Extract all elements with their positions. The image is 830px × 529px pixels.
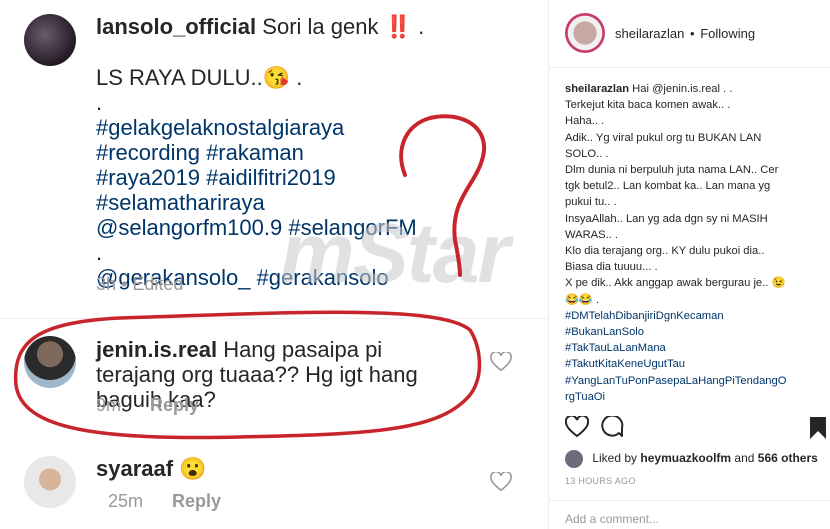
post-caption: sheilarazlan Hai @jenin.is.real . . Terke… [565, 81, 825, 405]
liker-avatar[interactable] [565, 450, 583, 468]
post-caption-line: sheilarazlan Hai @jenin.is.real . . [565, 81, 825, 97]
avatar-sheilarazlan[interactable] [565, 13, 605, 53]
post-header-info: sheilarazlan • Following [615, 26, 755, 41]
following-button[interactable]: Following [700, 26, 755, 41]
post-caption-line: Terkejut kita baca komen awak.. . [565, 99, 731, 112]
post-panel: sheilarazlan • Following sheilarazlan Ha… [548, 0, 830, 529]
likes-summary: Liked by heymuazkoolfm and 566 others [565, 450, 818, 468]
post-caption-line: 😂😂 . [565, 293, 600, 306]
likes-user[interactable]: heymuazkoolfm [640, 451, 731, 465]
bookmark-icon[interactable] [809, 416, 827, 440]
post-caption-line: Biasa dia tuuuu... . [565, 261, 658, 274]
likes-prefix: Liked by [592, 451, 638, 466]
zoomed-comments-panel: lansolo_official Sori la genk ‼️ . LS RA… [0, 0, 548, 529]
post-hashtag-line[interactable]: rgTuaOi [565, 389, 825, 405]
heart-icon[interactable] [565, 416, 589, 438]
post-caption-username[interactable]: sheilarazlan [565, 83, 629, 95]
post-caption-line: WARAS.. . [565, 228, 619, 241]
post-hashtag-line[interactable]: #DMTelahDibanjiriDgnKecaman [565, 308, 825, 324]
comment-icon[interactable] [601, 416, 625, 440]
post-username[interactable]: sheilarazlan [615, 26, 684, 41]
add-comment-input[interactable] [565, 512, 805, 526]
add-comment-bar [549, 500, 830, 529]
post-header: sheilarazlan • Following [549, 0, 830, 68]
post-hashtag-line[interactable]: #BukanLanSolo [565, 324, 825, 340]
header-separator: • [690, 26, 695, 41]
post-caption-line: pukui tu.. . [565, 196, 617, 209]
post-caption-line: Haha.. . [565, 115, 605, 128]
post-hashtag-line[interactable]: #YangLanTuPonPasepaLaHangPiTendangO [565, 373, 825, 389]
post-caption-line: tgk betul2.. Lan kombat ka.. Lan mana yg [565, 180, 771, 193]
post-caption-line: Dlm dunia ni berpuluh juta nama LAN.. Ce… [565, 164, 779, 177]
post-actions [565, 416, 827, 442]
post-hashtag-line[interactable]: #TakutKitaKeneUgutTau [565, 356, 825, 372]
post-caption-line: SOLO.. . [565, 147, 609, 160]
post-caption-line: X pe dik.. Akk anggap awak bergurau je..… [565, 277, 786, 290]
post-caption-line: InsyaAllah.. Lan yg ada dgn sy ni MASIH [565, 212, 768, 225]
post-caption-line: Klo dia terajang org.. KY dulu pukoi dia… [565, 245, 765, 258]
annotation-question-mark [399, 114, 486, 277]
post-hashtag-line[interactable]: #TakTauLaLanMana [565, 340, 825, 356]
post-caption-line: Adik.. Yg viral pukul org tu BUKAN LAN [565, 131, 762, 144]
likes-count[interactable]: 566 others [758, 451, 818, 465]
annotation-circle [13, 310, 482, 440]
annotation-overlay [13, 114, 486, 440]
likes-and: and [734, 451, 755, 466]
post-caption-first-text: Hai @jenin.is.real . . [632, 83, 733, 95]
post-timestamp[interactable]: 13 HOURS AGO [565, 476, 636, 486]
